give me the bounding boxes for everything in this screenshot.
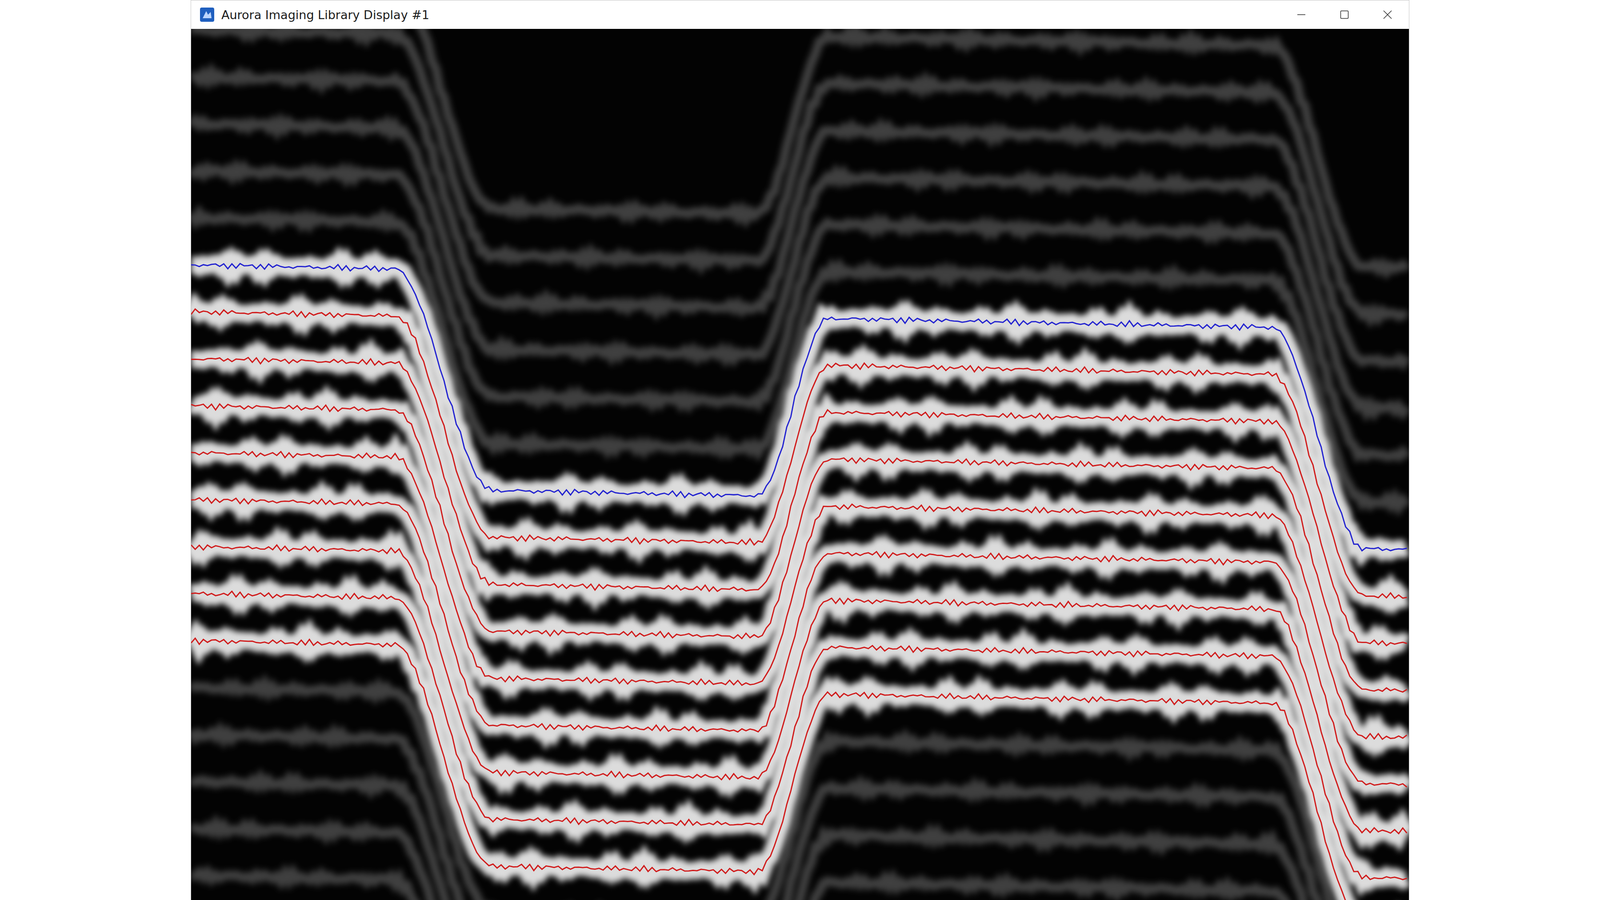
display-window: Aurora Imaging Library Display #1: [190, 0, 1410, 900]
close-button[interactable]: [1365, 0, 1409, 29]
minimize-icon: [1296, 9, 1307, 20]
detected-line: [191, 591, 1407, 880]
detected-line: [191, 404, 1407, 692]
app-icon: [200, 7, 215, 22]
light-stripe: [191, 872, 1407, 900]
desktop: Aurora Imaging Library Display #1: [0, 0, 1600, 900]
detected-line: [191, 544, 1407, 834]
detected-line: [191, 357, 1407, 646]
laser-line-image: [191, 28, 1409, 900]
light-stripe: [191, 824, 1407, 900]
image-display[interactable]: [191, 28, 1409, 900]
minimize-button[interactable]: [1279, 0, 1323, 29]
detected-line: [191, 308, 1407, 599]
maximize-icon: [1339, 9, 1350, 20]
detected-line: [191, 497, 1407, 788]
detected-line: [191, 638, 1407, 900]
close-icon: [1382, 9, 1393, 20]
window-controls: [1279, 0, 1409, 29]
detected-line: [191, 451, 1407, 740]
reference-line: [191, 263, 1407, 551]
window-title: Aurora Imaging Library Display #1: [221, 8, 1273, 22]
maximize-button[interactable]: [1322, 0, 1366, 29]
title-bar[interactable]: Aurora Imaging Library Display #1: [191, 0, 1409, 29]
